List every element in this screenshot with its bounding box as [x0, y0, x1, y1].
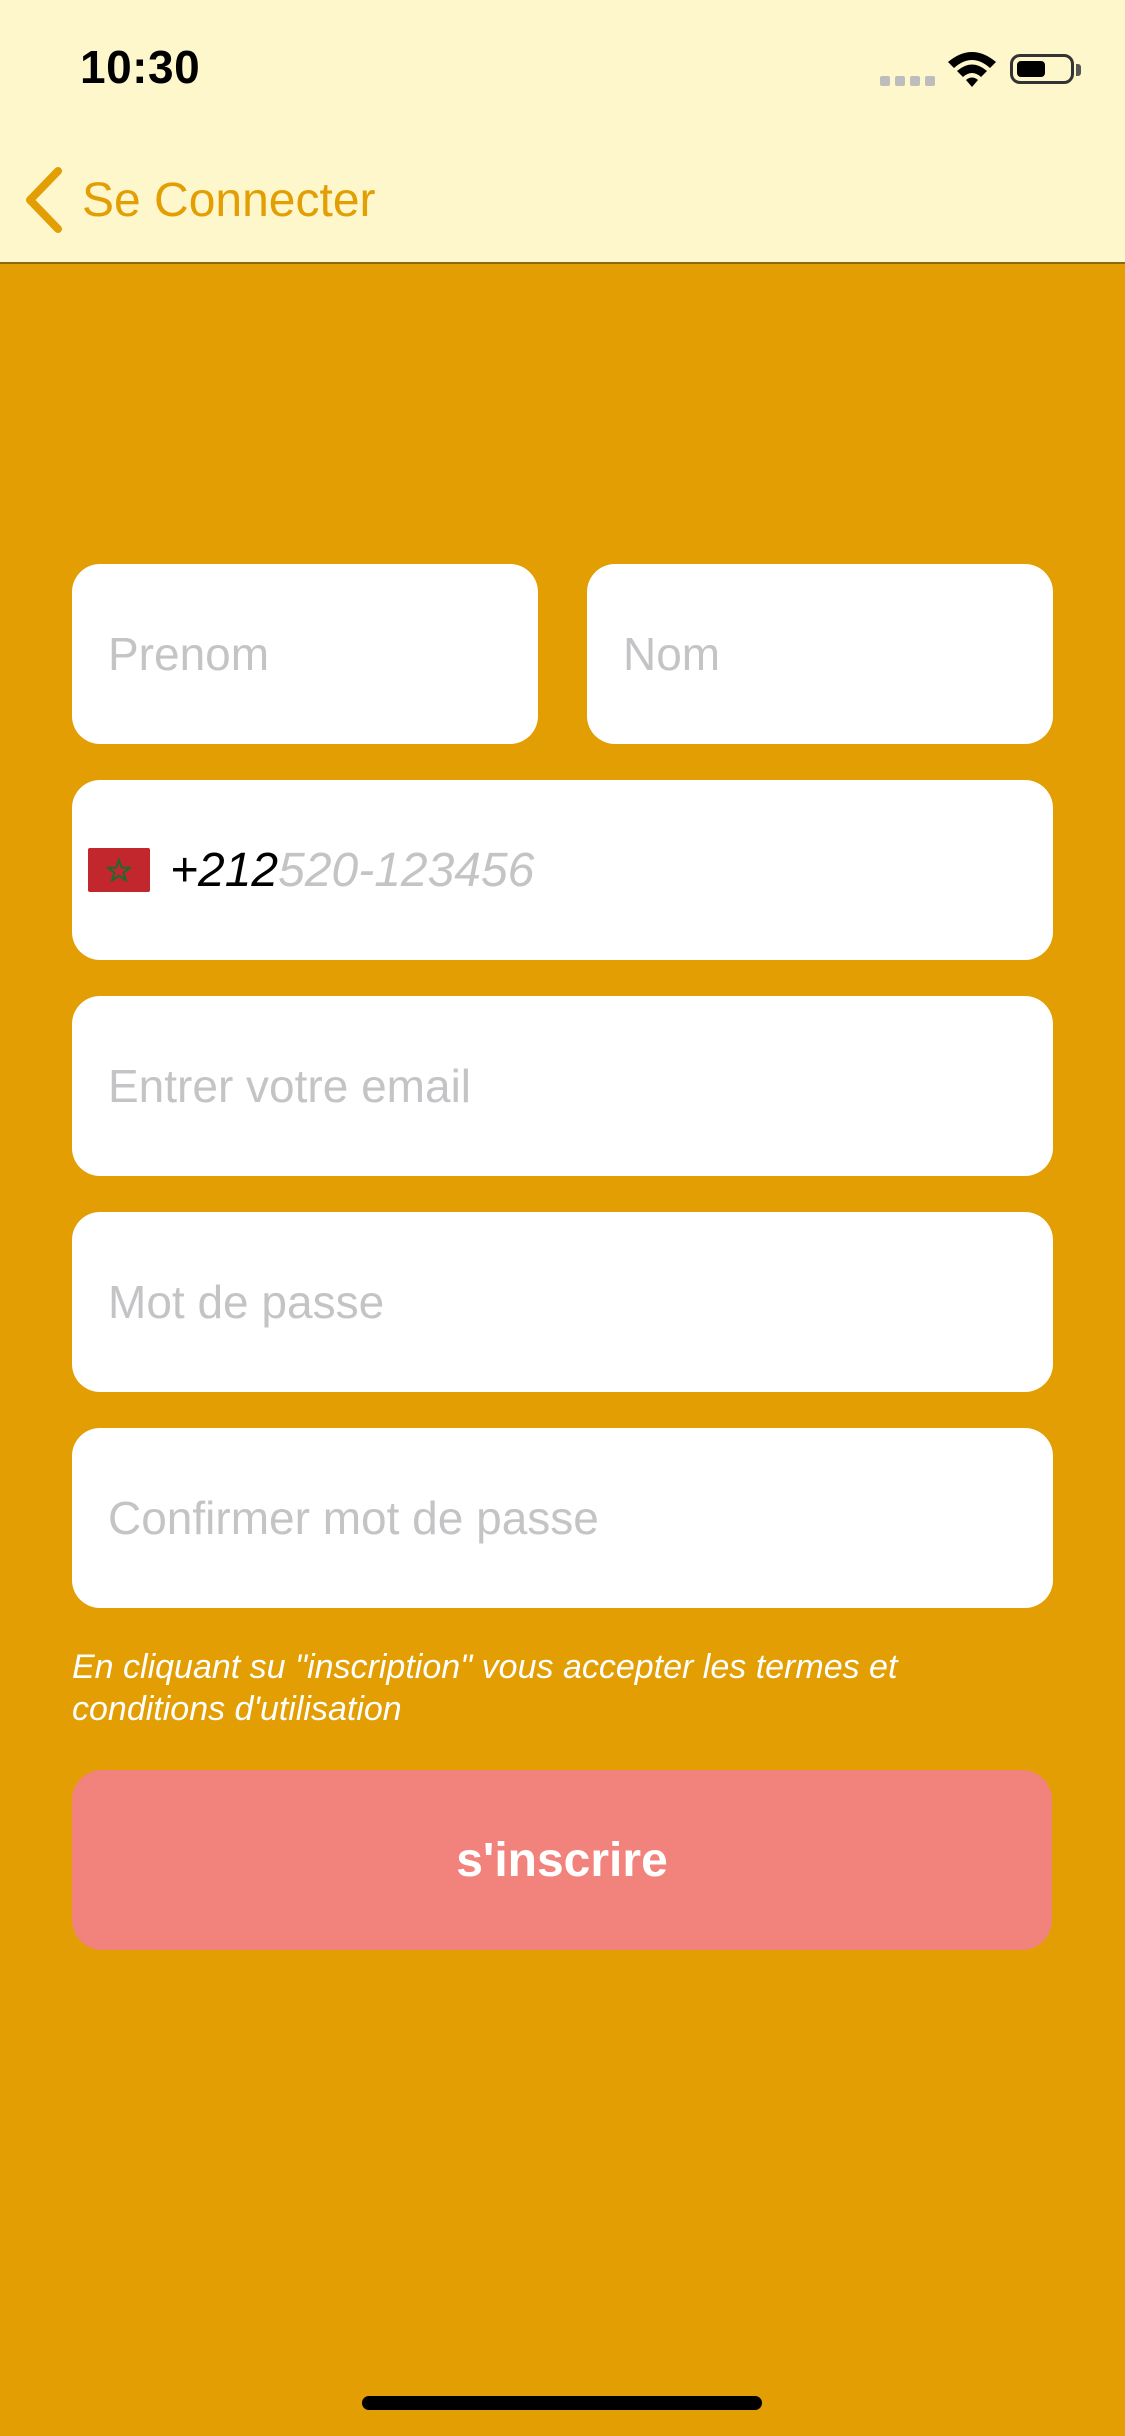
password-field[interactable]	[72, 1212, 1053, 1392]
navigation-header: 10:30 Se Connecter	[0, 0, 1125, 264]
wifi-icon	[948, 52, 996, 87]
star-icon	[107, 858, 131, 882]
phone-field[interactable]: +212	[72, 780, 1053, 960]
confirm-password-field[interactable]	[72, 1428, 1053, 1608]
email-field[interactable]	[72, 996, 1053, 1176]
email-input[interactable]	[72, 996, 1053, 1176]
password-input[interactable]	[72, 1212, 1053, 1392]
signup-button[interactable]: s'inscrire	[72, 1770, 1052, 1950]
home-indicator[interactable]	[362, 2396, 762, 2410]
chevron-left-icon	[26, 167, 62, 233]
last-name-field[interactable]	[587, 564, 1053, 744]
battery-icon	[1010, 54, 1074, 84]
back-button-label: Se Connecter	[82, 173, 376, 227]
morocco-flag-icon[interactable]	[88, 848, 150, 892]
last-name-input[interactable]	[587, 564, 1053, 744]
status-time: 10:30	[80, 41, 201, 93]
first-name-input[interactable]	[72, 564, 538, 744]
confirm-password-input[interactable]	[72, 1428, 1053, 1608]
phone-input[interactable]	[278, 780, 1053, 960]
cellular-signal-icon	[880, 76, 936, 86]
back-button[interactable]: Se Connecter	[20, 160, 376, 240]
battery-level	[1017, 61, 1045, 77]
battery-tip	[1076, 64, 1081, 76]
dial-code: +212	[170, 843, 279, 897]
first-name-field[interactable]	[72, 564, 538, 744]
terms-notice: En cliquant su "inscription" vous accept…	[72, 1648, 898, 1728]
